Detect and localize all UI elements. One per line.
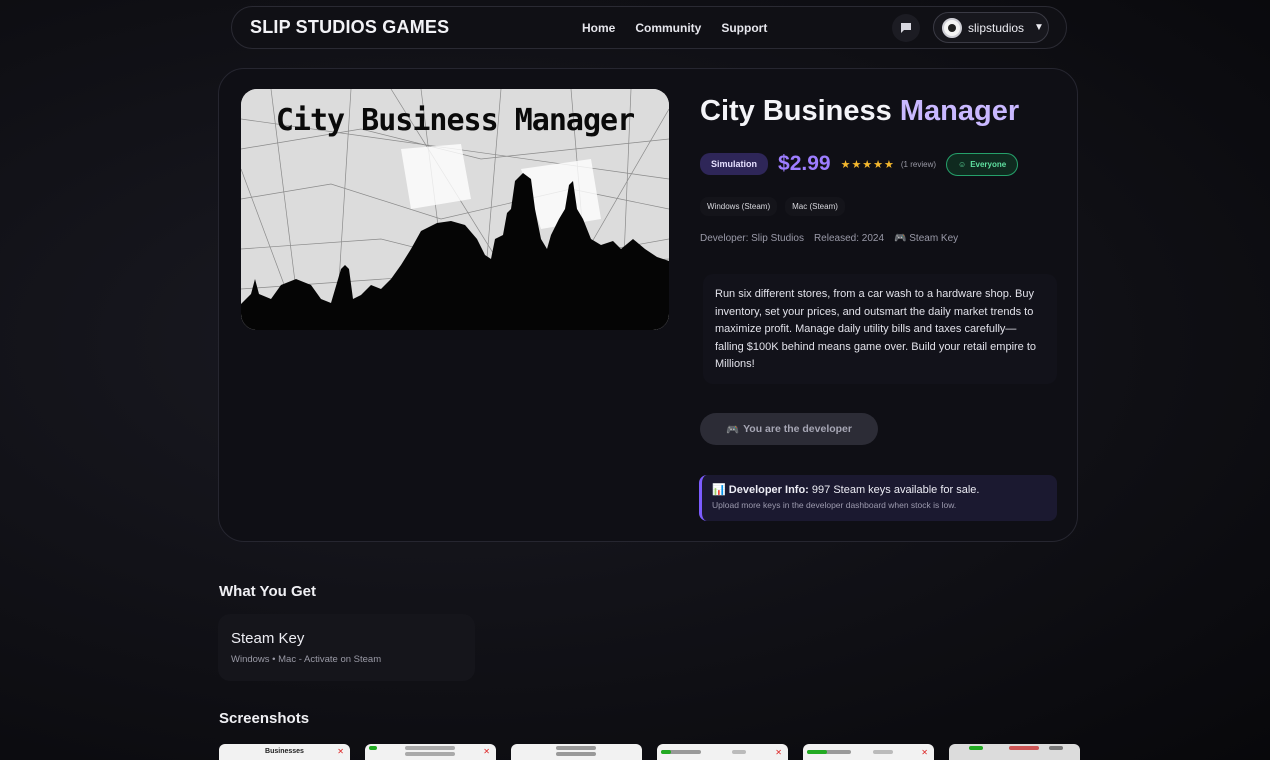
- cover-title: City Business Manager: [275, 103, 635, 138]
- genre-badge[interactable]: Simulation: [700, 153, 769, 175]
- username: slipstudios: [968, 20, 1025, 35]
- messages-button[interactable]: [892, 14, 920, 42]
- caret-down-icon: ▼: [1034, 22, 1044, 33]
- developer-button[interactable]: 🎮 You are the developer: [700, 413, 878, 445]
- developer-info-sub: Upload more keys in the developer dashbo…: [712, 500, 957, 510]
- review-count[interactable]: (1 review): [901, 160, 936, 169]
- screenshot-thumbnail[interactable]: ✕: [365, 744, 496, 760]
- close-icon: ✕: [483, 747, 490, 756]
- developer-info-text: 997 Steam keys available for sale.: [811, 484, 980, 496]
- screenshot-thumbnail[interactable]: ✕: [657, 744, 788, 760]
- star-rating: ★★★★★: [840, 158, 895, 171]
- screenshot-gallery: Businesses ✕ ✕ ✕ ✕: [219, 744, 1080, 760]
- chat-icon: [901, 23, 911, 33]
- developer-info-line: 📊 Developer Info: 997 Steam keys availab…: [712, 483, 1047, 496]
- nav-support-link[interactable]: Support: [721, 21, 767, 35]
- close-icon: ✕: [775, 748, 782, 757]
- top-nav: SLIP STUDIOS GAMES Home Community Suppor…: [231, 6, 1067, 49]
- screenshot-thumbnail[interactable]: [511, 744, 642, 760]
- platform-windows: Windows (Steam): [700, 197, 778, 216]
- developer-info-label: Developer Info:: [728, 484, 809, 496]
- price: $2.99: [778, 152, 831, 175]
- developer-info-box: 📊 Developer Info: 997 Steam keys availab…: [699, 475, 1057, 521]
- nav-community-link[interactable]: Community: [635, 21, 701, 35]
- developer-button-label: You are the developer: [743, 423, 852, 435]
- age-rating-label: Everyone: [970, 159, 1007, 169]
- avatar: [942, 17, 962, 38]
- brand-logo[interactable]: SLIP STUDIOS GAMES: [250, 17, 449, 38]
- developer-name: Developer: Slip Studios: [700, 233, 804, 244]
- smiley-icon: ☺: [958, 159, 967, 169]
- gamepad-icon: 🎮: [894, 233, 907, 244]
- screenshot-thumbnail[interactable]: [949, 744, 1080, 760]
- title-part-2: Manager: [899, 95, 1020, 127]
- close-icon: ✕: [921, 748, 928, 757]
- screenshots-heading: Screenshots: [219, 710, 310, 727]
- nav-links: Home Community Support: [582, 21, 767, 35]
- steam-key-card: Steam Key Windows • Mac - Activate on St…: [218, 614, 475, 681]
- game-description: Run six different stores, from a car was…: [703, 274, 1057, 384]
- item-title: Steam Key: [231, 630, 305, 647]
- user-menu-button[interactable]: slipstudios ▼: [933, 12, 1049, 43]
- developer-line: Developer: Slip Studios Released: 2024 🎮…: [700, 233, 958, 244]
- age-rating-badge: ☺ Everyone: [946, 152, 1019, 176]
- game-cover-image: City Business Manager: [241, 89, 669, 330]
- meta-row: Simulation $2.99 ★★★★★ (1 review) ☺ Ever…: [700, 152, 1019, 176]
- screenshot-thumbnail[interactable]: Businesses ✕: [219, 744, 350, 760]
- nav-home-link[interactable]: Home: [582, 21, 615, 35]
- title-part-1: City Business: [700, 95, 892, 127]
- chart-icon: 📊: [712, 484, 726, 496]
- screenshot-thumbnail[interactable]: ✕: [803, 744, 934, 760]
- platform-mac: Mac (Steam): [785, 197, 845, 216]
- what-you-get-heading: What You Get: [219, 583, 316, 600]
- item-subtitle: Windows • Mac - Activate on Steam: [231, 654, 382, 665]
- platform-list: Windows (Steam) Mac (Steam): [700, 197, 845, 216]
- key-type: 🎮 Steam Key: [894, 233, 958, 244]
- gamepad-icon: 🎮: [725, 423, 740, 436]
- screenshot-caption: Businesses: [265, 748, 304, 755]
- game-hero-card: City Business Manager City Business Mana…: [218, 68, 1078, 542]
- release-year: Released: 2024: [813, 233, 885, 244]
- page-title: City Business Manager: [700, 95, 1019, 128]
- close-icon: ✕: [337, 747, 344, 756]
- key-type-label: Steam Key: [909, 233, 959, 244]
